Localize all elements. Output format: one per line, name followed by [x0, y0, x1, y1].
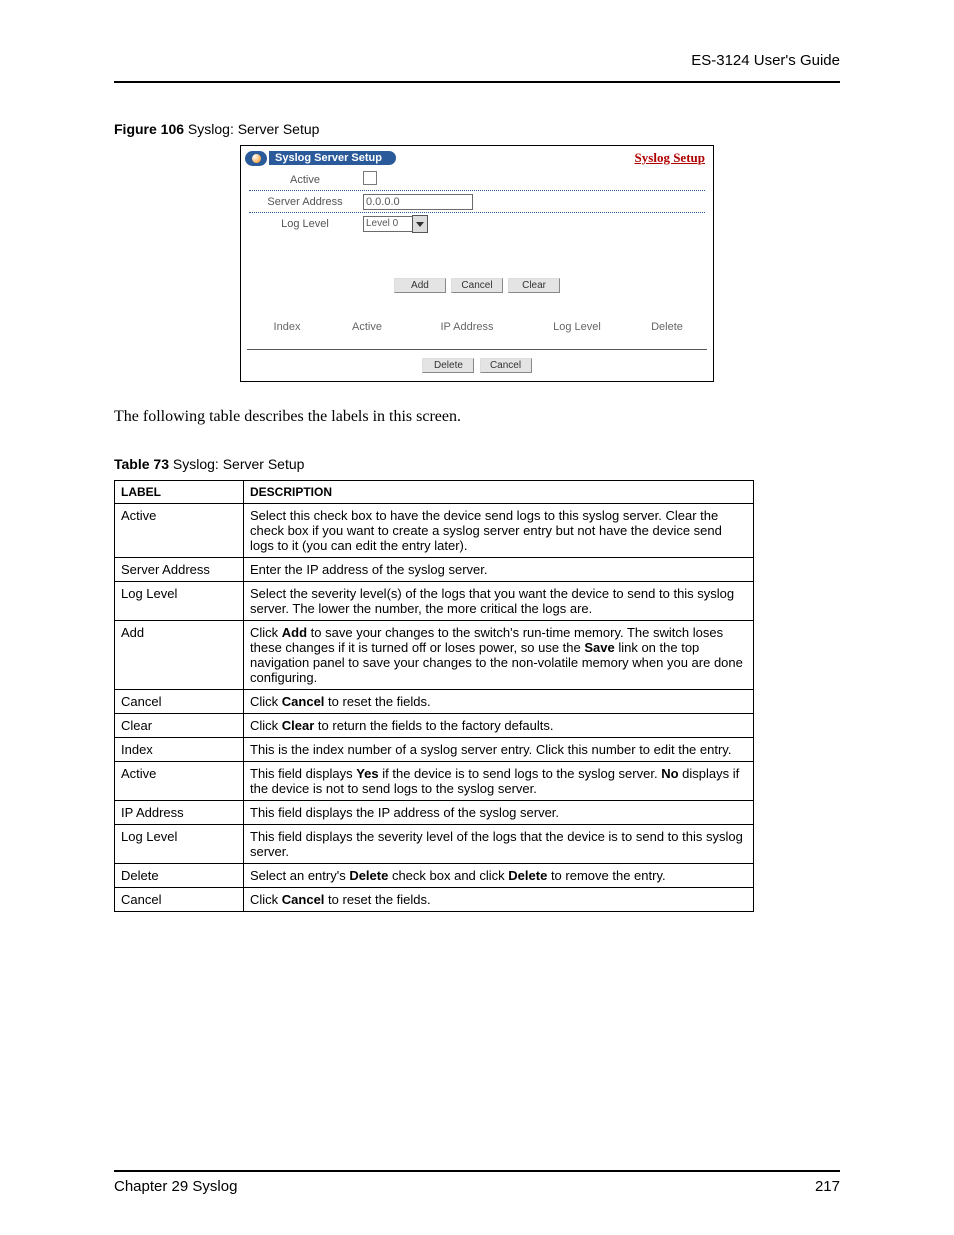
table-row: ClearClick Clear to return the fields to…	[115, 714, 754, 738]
col-ip-address: IP Address	[407, 321, 527, 333]
cell-label: Delete	[115, 864, 244, 888]
cell-label: Log Level	[115, 825, 244, 864]
th-description: DESCRIPTION	[244, 481, 754, 504]
table-row: ActiveThis field displays Yes if the dev…	[115, 762, 754, 801]
active-checkbox[interactable]	[363, 171, 377, 185]
figure-number: Figure 106	[114, 121, 184, 137]
table-row: CancelClick Cancel to reset the fields.	[115, 888, 754, 912]
tab-bar: Syslog Server Setup Syslog Setup	[243, 148, 711, 168]
tab-bullet-icon	[245, 151, 267, 166]
delete-button[interactable]: Delete	[422, 358, 474, 373]
th-label: LABEL	[115, 481, 244, 504]
clear-button[interactable]: Clear	[508, 278, 560, 293]
cell-description: This field displays the severity level o…	[244, 825, 754, 864]
cell-description: Enter the IP address of the syslog serve…	[244, 558, 754, 582]
cancel-button-bottom[interactable]: Cancel	[480, 358, 532, 373]
tab-label: Syslog Server Setup	[269, 151, 396, 165]
cell-description: Select an entry's Delete check box and c…	[244, 864, 754, 888]
table-caption: Table 73 Syslog: Server Setup	[114, 456, 840, 472]
cell-description: This field displays Yes if the device is…	[244, 762, 754, 801]
table-row: IP AddressThis field displays the IP add…	[115, 801, 754, 825]
log-level-select[interactable]: Level 0	[363, 216, 428, 232]
description-table: LABEL DESCRIPTION ActiveSelect this chec…	[114, 480, 754, 912]
col-log-level: Log Level	[527, 321, 627, 333]
server-address-label: Server Address	[249, 196, 361, 208]
cell-label: Server Address	[115, 558, 244, 582]
col-index: Index	[247, 321, 327, 333]
figure-text: Syslog: Server Setup	[184, 121, 319, 137]
cell-label: Clear	[115, 714, 244, 738]
column-headers: Index Active IP Address Log Level Delete	[247, 311, 707, 350]
page-footer: Chapter 29 Syslog 217	[114, 1170, 840, 1195]
cell-label: Cancel	[115, 690, 244, 714]
cell-label: Active	[115, 504, 244, 558]
cell-description: Select the severity level(s) of the logs…	[244, 582, 754, 621]
active-label: Active	[249, 174, 361, 186]
col-active: Active	[327, 321, 407, 333]
table-caption-text: Syslog: Server Setup	[169, 456, 304, 472]
log-level-label: Log Level	[249, 218, 361, 230]
log-level-value: Level 0	[363, 216, 413, 232]
table-row: ActiveSelect this check box to have the …	[115, 504, 754, 558]
syslog-setup-link[interactable]: Syslog Setup	[635, 150, 705, 166]
footer-left: Chapter 29 Syslog	[114, 1178, 237, 1195]
server-address-input[interactable]: 0.0.0.0	[363, 194, 473, 210]
col-delete: Delete	[627, 321, 707, 333]
button-row-bottom: Delete Cancel	[243, 350, 711, 379]
cell-description: Click Cancel to reset the fields.	[244, 888, 754, 912]
table-row: Log LevelThis field displays the severit…	[115, 825, 754, 864]
cell-description: This field displays the IP address of th…	[244, 801, 754, 825]
cell-label: Add	[115, 621, 244, 690]
cancel-button-top[interactable]: Cancel	[451, 278, 503, 293]
screenshot-panel: Syslog Server Setup Syslog Setup Active …	[240, 145, 714, 382]
table-row: Log LevelSelect the severity level(s) of…	[115, 582, 754, 621]
tab-title[interactable]: Syslog Server Setup	[245, 151, 396, 166]
figure-caption: Figure 106 Syslog: Server Setup	[114, 121, 840, 137]
intro-paragraph: The following table describes the labels…	[114, 408, 840, 426]
cell-label: Cancel	[115, 888, 244, 912]
cell-label: Index	[115, 738, 244, 762]
cell-label: IP Address	[115, 801, 244, 825]
cell-label: Active	[115, 762, 244, 801]
cell-description: Click Clear to return the fields to the …	[244, 714, 754, 738]
cell-description: Select this check box to have the device…	[244, 504, 754, 558]
table-row: CancelClick Cancel to reset the fields.	[115, 690, 754, 714]
table-row: Server AddressEnter the IP address of th…	[115, 558, 754, 582]
header-title: ES-3124 User's Guide	[114, 52, 840, 83]
table-row: DeleteSelect an entry's Delete check box…	[115, 864, 754, 888]
table-row: AddClick Add to save your changes to the…	[115, 621, 754, 690]
table-number: Table 73	[114, 456, 169, 472]
cell-label: Log Level	[115, 582, 244, 621]
chevron-down-icon[interactable]	[412, 215, 428, 233]
cell-description: Click Add to save your changes to the sw…	[244, 621, 754, 690]
cell-description: This is the index number of a syslog ser…	[244, 738, 754, 762]
row-active: Active	[249, 168, 705, 191]
row-log-level: Log Level Level 0	[249, 213, 705, 234]
add-button[interactable]: Add	[394, 278, 446, 293]
table-row: IndexThis is the index number of a syslo…	[115, 738, 754, 762]
button-row-top: Add Cancel Clear	[243, 234, 711, 311]
row-server-address: Server Address 0.0.0.0	[249, 191, 705, 213]
cell-description: Click Cancel to reset the fields.	[244, 690, 754, 714]
footer-right: 217	[815, 1178, 840, 1195]
